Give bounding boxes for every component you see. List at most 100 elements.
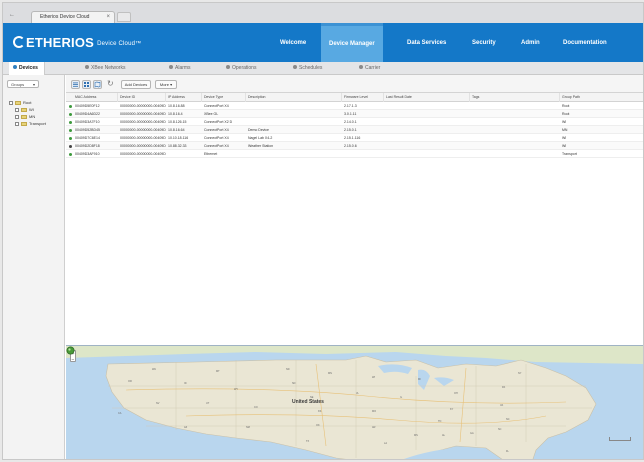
column-header[interactable]: Description [246,93,342,102]
cell-mac: 00409D5E0F12 [75,104,100,108]
state-label: ND [286,368,290,371]
state-label: MS [414,434,418,437]
folder-icon [21,108,27,112]
nav-security[interactable]: Security [472,23,496,62]
table-row[interactable]: 00409D7C6E14 00000000-00000000-00409DFF-… [66,134,643,142]
tree-item-label: Root [23,100,32,105]
etherios-logo: ETHERIOS Device Cloud™ [13,35,141,50]
column-header[interactable]: MAC Address [73,93,118,102]
cell-device-id: 00000000-00000000-00409DFF-FF52BD45 [120,128,166,132]
state-label: IA [356,392,359,395]
state-label: SC [498,428,502,431]
nav-documentation[interactable]: Documentation [563,23,607,62]
map-view-button[interactable] [93,80,102,89]
tab-operations[interactable]: Operations [226,62,256,75]
nav-welcome[interactable]: Welcome [280,23,306,62]
expand-icon[interactable] [15,122,19,126]
column-header[interactable]: Tags [470,93,560,102]
cell-description: Demo Device [248,128,270,132]
close-icon[interactable]: × [106,12,110,23]
operations-icon [226,65,230,69]
cell-ip: 10.10.18.116 [168,136,189,140]
cell-firmware: 2.15.0.1 [344,128,357,132]
cell-description [246,150,342,158]
state-label: OK [316,424,320,427]
tree-item-label: WI [29,107,34,112]
tree-item-transport[interactable]: Transport [15,120,46,127]
column-header[interactable]: Device ID [118,93,166,102]
zoom-out-button[interactable]: − [71,357,75,363]
back-icon[interactable]: ← [9,12,15,18]
device-table: MAC Address Device ID IP Address Device … [66,93,643,345]
column-header[interactable]: Firmware Level [342,93,384,102]
tree-item-root[interactable]: Root [9,99,31,106]
more-button[interactable]: More ▾ [155,80,177,89]
tab-devices[interactable]: Devices [9,62,45,75]
tab-alarms[interactable]: Alarms [169,62,191,75]
device-location-marker-icon[interactable] [66,346,75,355]
column-header[interactable]: Group Path [560,93,643,102]
alarm-icon [169,65,173,69]
tree-item-wi[interactable]: WI [15,106,34,113]
cell-group: WI [562,120,567,124]
browser-tab-title: Etherios Device Cloud [40,14,90,20]
cell-group: Root [562,104,570,108]
expand-icon[interactable] [15,115,19,119]
map-canvas [66,346,643,459]
cell-ip: 10.88.32.33 [168,144,187,148]
refresh-icon[interactable]: ↻ [107,80,115,88]
status-connected-icon [69,105,72,108]
table-row[interactable]: 00409D3AF910 00000000-00000000-00409DFF-… [66,150,643,158]
devices-icon [13,65,17,69]
folder-icon [15,101,21,105]
tab-xbee-networks[interactable]: XBee Networks [85,62,125,75]
group-select[interactable]: Groups ▾ [7,80,39,88]
tab-devices-label: Devices [19,65,38,71]
nav-admin[interactable]: Admin [521,23,540,62]
cell-type: Ethernet [204,152,218,156]
table-row[interactable]: 00409D4A6D22 00000000-00000000-00409DFF-… [66,110,643,118]
cell-group: Root [562,112,570,116]
tree-item-mn[interactable]: MN [15,113,35,120]
list-view-button[interactable] [71,80,80,89]
state-label: WI [372,376,376,379]
expand-icon[interactable] [15,108,19,112]
table-row[interactable]: 00409D2D8F18 00000000-00000000-00409DFF-… [66,142,643,150]
cell-mac: 00409D52BD45 [75,128,100,132]
tab-schedules-label: Schedules [299,65,323,71]
tab-schedules[interactable]: Schedules [293,62,322,75]
table-row[interactable]: 00409D5E0F12 00000000-00000000-00409DFF-… [66,102,643,110]
add-devices-button[interactable]: Add Devices [121,80,151,89]
cell-type: ConnectPort X2 D [204,120,233,124]
cell-type: ConnectPort X4 [204,104,229,108]
cell-type: ConnectPort X4 [204,136,229,140]
new-tab-button[interactable] [117,12,131,22]
cell-group: MN [562,128,568,132]
cell-firmware: 2.15.0.6 [344,144,357,148]
browser-tab[interactable]: Etherios Device Cloud × [31,11,115,23]
device-map[interactable]: + − United States WA MT ND MN WI MI NY O… [66,345,643,459]
column-header[interactable]: Last Result Date [384,93,470,102]
cell-description [246,110,342,118]
detail-view-button[interactable] [82,80,91,89]
nav-device-manager[interactable]: Device Manager [321,23,383,62]
table-row[interactable]: 00409D52BD45 00000000-00000000-00409DFF-… [66,126,643,134]
nav-data-services[interactable]: Data Services [407,23,446,62]
status-connected-icon [69,137,72,140]
group-sidebar: Groups ▾ Root WI MN Transport [3,75,65,459]
state-label: NV [156,402,160,405]
cell-type: ConnectPort X4 [204,128,229,132]
collapse-icon[interactable] [9,101,13,105]
state-label: LA [384,442,388,445]
app-header: ETHERIOS Device Cloud™ Welcome Device Man… [3,23,643,62]
table-row[interactable]: 00409D3A7F10 00000000-00000000-00409DFF-… [66,118,643,126]
table-header: MAC Address Device ID IP Address Device … [66,93,643,102]
status-disconnected-icon [69,145,72,148]
state-label: UT [206,402,210,405]
state-label: KS [318,410,322,413]
tab-operations-label: Operations [232,65,257,71]
cell-mac: 00409D3AF910 [75,152,100,156]
column-header[interactable]: Device Type [202,93,246,102]
column-header[interactable]: IP Address [166,93,202,102]
tab-carrier[interactable]: Carrier [359,62,380,75]
